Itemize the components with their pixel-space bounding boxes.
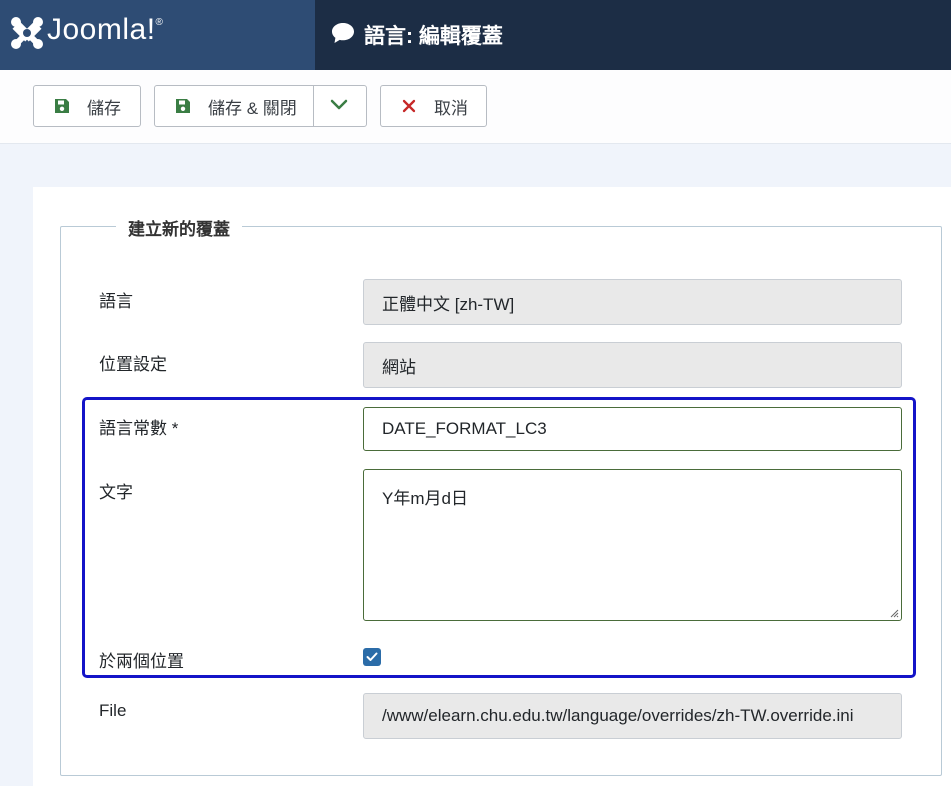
joomla-logo-icon	[11, 17, 43, 49]
joomla-logo[interactable]: Joomla!®	[0, 0, 315, 70]
chevron-down-icon[interactable]	[330, 98, 348, 112]
save-icon	[176, 99, 190, 113]
save-label: 儲存	[87, 98, 121, 118]
save-close-label: 儲存 & 關閉	[208, 98, 297, 118]
language-label: 語言	[99, 292, 133, 311]
save-icon	[55, 99, 69, 113]
logo-text: Joomla!®	[47, 13, 164, 46]
cancel-button[interactable]: 取消	[380, 85, 487, 127]
file-field: /www/elearn.chu.edu.tw/language/override…	[363, 693, 902, 739]
language-field: 正體中文 [zh-TW]	[363, 279, 902, 325]
file-value: /www/elearn.chu.edu.tw/language/override…	[382, 706, 854, 725]
save-button[interactable]: 儲存	[33, 85, 141, 127]
close-icon	[402, 99, 416, 113]
page-title: 語言: 編輯覆蓋	[364, 25, 503, 48]
location-label: 位置設定	[99, 355, 167, 374]
file-label: File	[99, 701, 127, 720]
location-value: 網站	[382, 357, 416, 377]
split-divider	[313, 86, 314, 126]
fieldset-legend: 建立新的覆蓋	[116, 215, 242, 240]
language-value: 正體中文 [zh-TW]	[382, 294, 515, 314]
highlight-box	[82, 397, 916, 678]
comment-icon	[332, 23, 354, 43]
cancel-label: 取消	[434, 98, 468, 118]
location-field: 網站	[363, 342, 902, 388]
app-header: Joomla!® 語言: 編輯覆蓋	[0, 0, 951, 70]
toolbar: 儲存 儲存 & 關閉 取消	[0, 70, 951, 144]
save-close-button[interactable]: 儲存 & 關閉	[154, 85, 367, 127]
